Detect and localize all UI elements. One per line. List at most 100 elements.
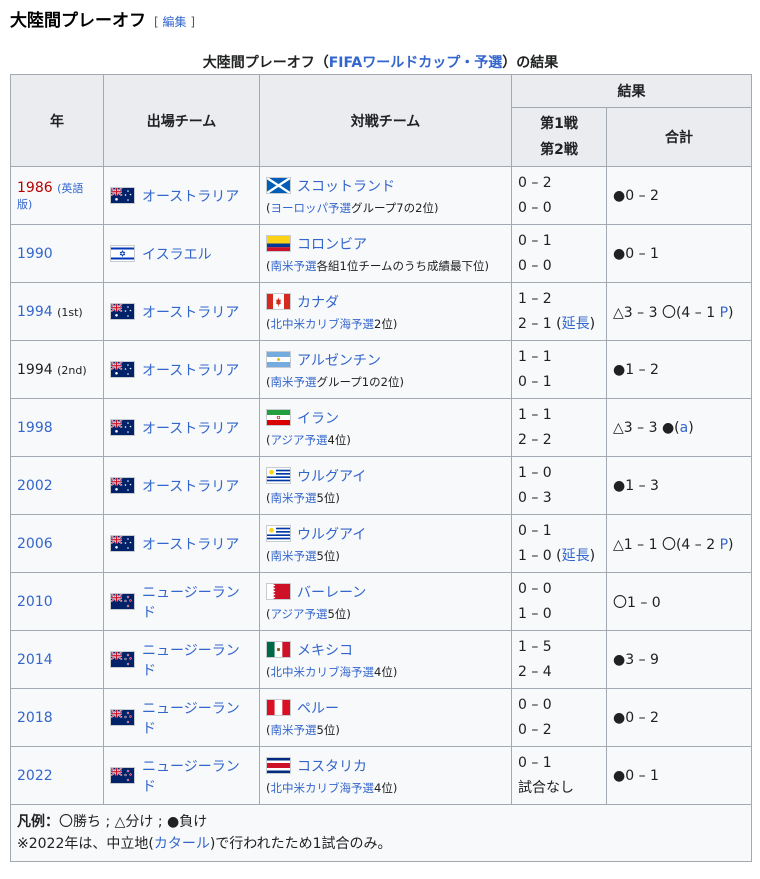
team-link[interactable]: ニュージーランド <box>142 582 253 622</box>
total-cell: △1 – 1 〇(4 – 2 P) <box>606 514 752 573</box>
opponent-cell: ウルグアイ (南米予選5位) <box>259 514 512 573</box>
year-link[interactable]: 2022 <box>17 768 53 784</box>
year-note: (1st) <box>57 305 83 319</box>
flag-uruguay-icon <box>266 467 291 484</box>
legs-cell: 0 – 2 0 – 0 <box>511 166 607 225</box>
opponent-cell: アルゼンチン (南米予選グループ1の2位) <box>259 340 512 399</box>
team-link[interactable]: オーストラリア <box>142 186 239 206</box>
total-cell: 〇1 – 0 <box>606 572 752 631</box>
opponent-cell: ウルグアイ (南米予選5位) <box>259 456 512 515</box>
flag-australia-icon <box>110 419 135 436</box>
opponent-link[interactable]: ウルグアイ <box>297 466 366 486</box>
qatar-link[interactable]: カタール <box>154 836 210 852</box>
leg1-score: 1 – 0 <box>518 464 552 481</box>
team-link[interactable]: ニュージーランド <box>142 640 253 680</box>
leg1-score: 0 – 0 <box>518 580 552 597</box>
total-score: 0 – 1 <box>625 767 659 784</box>
total-score: 3 – 3 ●( <box>623 419 680 436</box>
qualifier-link[interactable]: 南米予選 <box>271 549 317 563</box>
table-row: 2022 ニュージーランド コスタリカ (北中米カリブ海予選4位) 0 – 1 試合なし ●… <box>10 746 752 805</box>
qualifier-link[interactable]: アジア予選 <box>271 607 328 621</box>
opponent-link[interactable]: バーレーン <box>297 582 366 602</box>
total-link[interactable]: P <box>720 537 728 553</box>
caption-link[interactable]: FIFAワールドカップ・予選 <box>329 55 503 71</box>
table-row: 1986 (英語版) オーストラリア スコットランド (ヨーロッパ予選グループ7の2位… <box>10 166 752 225</box>
team-cell: オーストラリア <box>103 456 260 515</box>
total-link[interactable]: P <box>720 305 728 321</box>
team-link[interactable]: イスラエル <box>142 244 212 264</box>
year-link[interactable]: 2018 <box>17 710 53 726</box>
qualifier-link[interactable]: 南米予選 <box>271 259 317 273</box>
total-cell: ●1 – 2 <box>606 340 752 399</box>
flag-uruguay-icon <box>266 525 291 542</box>
year-link[interactable]: 2002 <box>17 478 53 494</box>
opponent-link[interactable]: メキシコ <box>297 640 353 660</box>
team-link[interactable]: ニュージーランド <box>142 756 253 796</box>
table-row: 2010 ニュージーランド バーレーン (アジア予選5位) 0 – 01 – 0 〇1 –… <box>10 572 752 631</box>
team-link[interactable]: ニュージーランド <box>142 698 253 738</box>
flag-israel-icon <box>110 245 135 262</box>
opponent-link[interactable]: イラン <box>297 408 339 428</box>
team-link[interactable]: オーストラリア <box>142 302 239 322</box>
opponent-link[interactable]: カナダ <box>297 292 339 312</box>
year-link[interactable]: 2010 <box>17 594 53 610</box>
result-mark: ● <box>613 361 626 378</box>
total-cell: ●0 – 2 <box>606 166 752 225</box>
qualifier-link[interactable]: ヨーロッパ予選 <box>271 201 352 215</box>
year-link[interactable]: 1986 <box>17 180 53 196</box>
opponent-link[interactable]: ペルー <box>297 698 339 718</box>
opponent-note: (北中米カリブ海予選4位) <box>266 780 398 795</box>
extra-time-link[interactable]: 延長 <box>562 548 590 564</box>
year-link[interactable]: 2014 <box>17 652 53 668</box>
year-link[interactable]: 1998 <box>17 420 53 436</box>
header-total: 合計 <box>606 107 752 167</box>
total-link[interactable]: a <box>680 420 689 436</box>
team-cell: ニュージーランド <box>103 746 260 805</box>
total-cell: ●1 – 3 <box>606 456 752 515</box>
flag-australia-icon <box>110 477 135 494</box>
qualifier-link[interactable]: 南米予選 <box>271 375 317 389</box>
total-score: 0 – 1 <box>625 245 659 262</box>
team-cell: ニュージーランド <box>103 630 260 689</box>
qualifier-link[interactable]: 北中米カリブ海予選 <box>271 665 375 679</box>
total-cell: △3 – 3 〇(4 – 1 P) <box>606 282 752 341</box>
opponent-note: (北中米カリブ海予選4位) <box>266 664 398 679</box>
legend-label: 凡例： <box>17 814 59 830</box>
edit-link[interactable]: 編集 <box>163 15 187 29</box>
opponent-link[interactable]: コスタリカ <box>297 756 367 776</box>
flag-new-zealand-icon <box>110 767 135 784</box>
result-mark: ● <box>613 709 626 726</box>
opponent-link[interactable]: スコットランド <box>297 176 395 196</box>
leg1-score: 1 – 1 <box>518 348 552 365</box>
flag-iran-icon <box>266 409 291 426</box>
edit-section: [ 編集 ] <box>154 15 196 29</box>
extra-time-link[interactable]: 延長 <box>562 316 590 332</box>
year-link[interactable]: 1994 <box>17 304 53 320</box>
opponent-note: (南米予選5位) <box>266 548 340 563</box>
legs-cell: 0 – 1 1 – 0 (延長) <box>511 514 607 573</box>
year-cell: 2018 <box>10 688 104 747</box>
team-link[interactable]: オーストラリア <box>142 360 239 380</box>
qualifier-link[interactable]: 南米予選 <box>271 723 317 737</box>
qualifier-link[interactable]: アジア予選 <box>271 433 328 447</box>
qualifier-link[interactable]: 北中米カリブ海予選 <box>271 317 375 331</box>
qualifier-link[interactable]: 北中米カリブ海予選 <box>271 781 375 795</box>
team-link[interactable]: オーストラリア <box>142 534 239 554</box>
opponent-link[interactable]: コロンビア <box>297 234 367 254</box>
team-cell: オーストラリア <box>103 514 260 573</box>
leg2-score: 0 – 2 <box>518 721 552 738</box>
total-cell: ●3 – 9 <box>606 630 752 689</box>
qualifier-link[interactable]: 南米予選 <box>271 491 317 505</box>
opponent-link[interactable]: アルゼンチン <box>297 350 381 370</box>
team-link[interactable]: オーストラリア <box>142 418 239 438</box>
opponent-link[interactable]: ウルグアイ <box>297 524 366 544</box>
team-link[interactable]: オーストラリア <box>142 476 239 496</box>
legend-text: 〇勝ち ; △分け ; ●負け <box>59 814 208 830</box>
opponent-cell: ペルー (南米予選5位) <box>259 688 512 747</box>
header-result: 結果 <box>511 74 752 108</box>
result-mark: △ <box>613 536 624 553</box>
year-link[interactable]: 1990 <box>17 246 53 262</box>
opponent-cell: カナダ (北中米カリブ海予選2位) <box>259 282 512 341</box>
total-cell: ●0 – 2 <box>606 688 752 747</box>
year-link[interactable]: 2006 <box>17 536 53 552</box>
